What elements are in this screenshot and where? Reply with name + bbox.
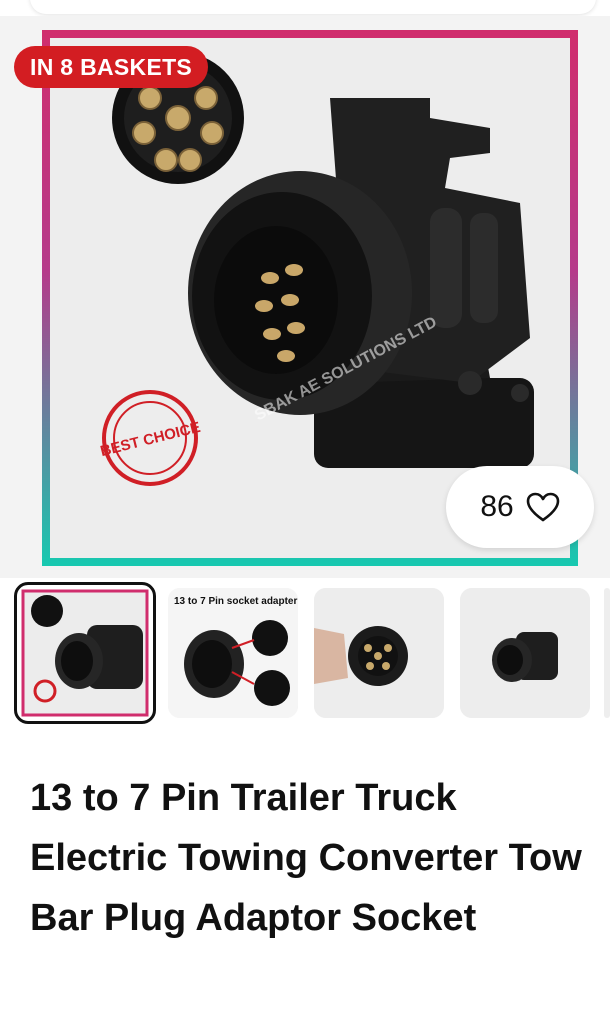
- header-card-edge: [30, 0, 596, 14]
- thumbnail-1[interactable]: [14, 582, 156, 724]
- thumbnail-image: [21, 589, 149, 717]
- thumbnail-caption: 13 to 7 Pin socket adapter: [174, 596, 298, 607]
- thumbnail-4[interactable]: [460, 588, 590, 718]
- best-choice-stamp: BEST CHOICE: [99, 390, 202, 486]
- product-image-gallery[interactable]: SBAK AE SOLUTIONS LTD BEST CHOICE IN 8 B…: [0, 16, 610, 578]
- watcher-count: 86: [480, 490, 514, 523]
- product-title: 13 to 7 Pin Trailer Truck Electric Towin…: [30, 777, 582, 939]
- thumbnail-image: [168, 588, 298, 718]
- thumbnail-5-partial[interactable]: [604, 588, 610, 718]
- heart-icon: [526, 492, 559, 522]
- thumbnail-image: [460, 588, 590, 718]
- in-baskets-badge: IN 8 BASKETS: [14, 46, 209, 88]
- thumbnail-image: [314, 588, 444, 718]
- adapter-body: [188, 98, 534, 468]
- thumbnail-3[interactable]: [314, 588, 444, 718]
- thumbnail-2[interactable]: 13 to 7 Pin socket adapter: [168, 588, 298, 718]
- watch-button[interactable]: 86: [446, 466, 594, 548]
- thumbnail-strip[interactable]: 13 to 7 Pin socket adapter: [0, 582, 610, 724]
